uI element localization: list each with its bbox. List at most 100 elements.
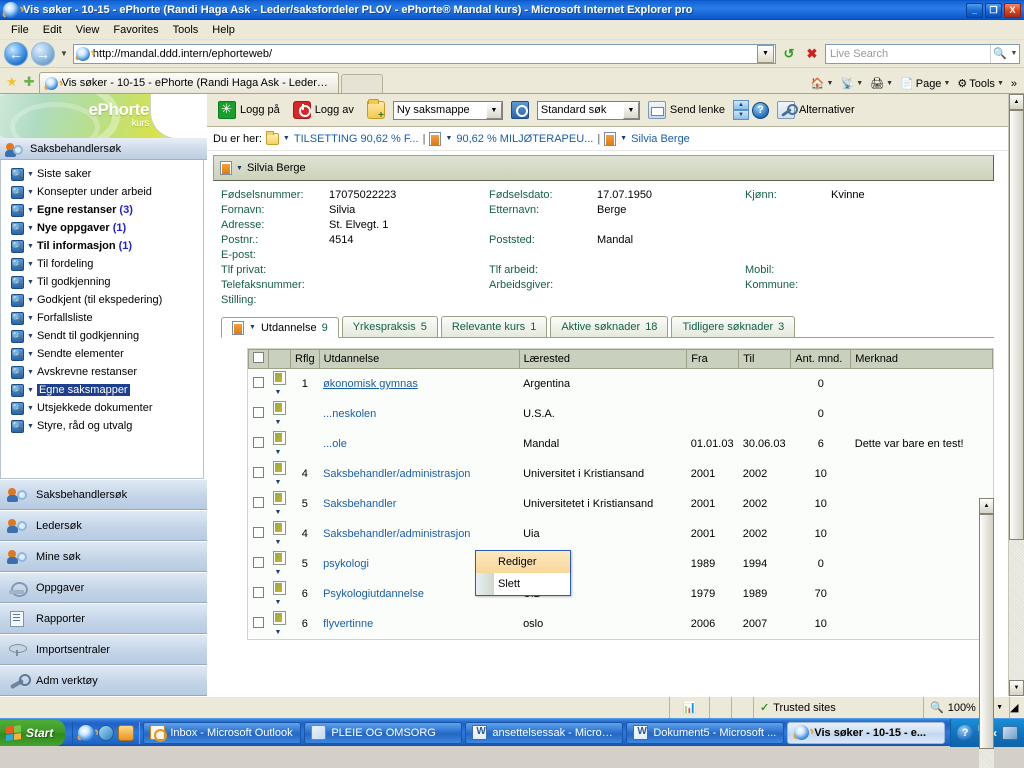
context-menu[interactable]: Rediger Slett xyxy=(475,550,571,596)
taskbar-button[interactable]: Inbox - Microsoft Outlook xyxy=(143,721,302,744)
start-button[interactable]: Start xyxy=(0,719,66,746)
row-checkbox[interactable] xyxy=(252,377,264,388)
sidebar-item-til-godkjenning[interactable]: 🔍 ▼ Til godkjenning xyxy=(11,273,203,291)
tab-caret-icon[interactable]: ▼ xyxy=(249,324,256,331)
education-link[interactable]: økonomisk gymnas xyxy=(323,378,418,390)
search-icon[interactable]: 🔍 xyxy=(11,203,24,217)
print-caret-icon[interactable]: ▼ xyxy=(886,80,893,87)
sidebar-item-egne-saksmapper[interactable]: 🔍 ▼ Egne saksmapper xyxy=(11,381,203,399)
table-col-utdannelse[interactable]: Utdannelse xyxy=(318,349,520,369)
browser-tab-active[interactable]: Vis søker - 10-15 - ePhorte (Randi Haga … xyxy=(38,72,339,93)
table-row[interactable]: ▼5psykologiHiA198919940 xyxy=(249,549,993,579)
expand-caret-icon[interactable]: ▼ xyxy=(27,189,34,196)
search-icon[interactable]: 🔍 xyxy=(11,221,24,235)
expand-caret-icon[interactable]: ▼ xyxy=(27,405,34,412)
sidebar-item-sendte-elementer[interactable]: 🔍 ▼ Sendte elementer xyxy=(11,345,203,363)
expand-caret-icon[interactable]: ▼ xyxy=(27,297,34,304)
close-button[interactable]: X xyxy=(1004,2,1021,18)
add-favorite-icon[interactable]: ✚ xyxy=(22,74,37,93)
help-icon[interactable]: ? xyxy=(751,101,769,119)
search-icon[interactable]: 🔍 xyxy=(11,185,24,199)
row-caret-icon[interactable]: ▼ xyxy=(273,419,282,426)
row-select[interactable] xyxy=(249,399,269,429)
expand-caret-icon[interactable]: ▼ xyxy=(27,207,34,214)
row-actions[interactable]: ▼ xyxy=(269,609,291,639)
sidebar-button-adm-verkt-y[interactable]: Adm verktøy xyxy=(0,665,207,696)
sidebar-item-siste-saker[interactable]: 🔍 ▼ Siste saker xyxy=(11,165,203,183)
expand-caret-icon[interactable]: ▼ xyxy=(27,387,34,394)
table-row[interactable]: ▼ 5 Saksbehandler Universitetet i Kristians… xyxy=(249,489,993,519)
table-scroll-thumb[interactable] xyxy=(979,514,994,749)
tab-aktive-s-knader[interactable]: Aktive søknader 18 xyxy=(550,316,669,337)
row-document-icon[interactable] xyxy=(272,401,286,415)
zoom-caret-icon[interactable]: ▼ xyxy=(996,704,1003,711)
tab-yrkespraksis[interactable]: Yrkespraksis 5 xyxy=(341,316,438,337)
table-col-fra[interactable]: Fra xyxy=(686,349,740,369)
sidebar-button-saksbehandlers-k[interactable]: Saksbehandlersøk xyxy=(0,479,207,510)
sidebar-item-godkjent-til-ekspedering[interactable]: 🔍 ▼ Godkjent (til ekspedering) xyxy=(11,291,203,309)
breadcrumb-caret-icon-2[interactable]: ▼ xyxy=(620,135,627,142)
refresh-icon[interactable]: ↺ xyxy=(779,44,799,64)
row-caret-icon[interactable]: ▼ xyxy=(273,599,282,606)
logout-button[interactable]: Logg av xyxy=(288,99,359,121)
context-menu-item-edit[interactable]: Rediger xyxy=(476,551,570,573)
row-document-icon[interactable] xyxy=(272,521,286,535)
search-icon[interactable]: 🔍 xyxy=(11,329,24,343)
sidebar-item-nye-oppgaver[interactable]: 🔍 ▼ Nye oppgaver (1) xyxy=(11,219,203,237)
row-caret-icon[interactable]: ▼ xyxy=(273,449,282,456)
sidebar-button-importsentraler[interactable]: Importsentraler xyxy=(0,634,207,665)
expand-caret-icon[interactable]: ▼ xyxy=(27,369,34,376)
page-scroll-down-button[interactable]: ▼ xyxy=(1009,680,1024,696)
new-case-select-caret-icon[interactable]: ▼ xyxy=(485,101,502,119)
cell-utdannelse[interactable]: Saksbehandler xyxy=(319,489,519,519)
breadcrumb-item-1[interactable]: 90,62 % MILJØTERAPEU... xyxy=(456,133,593,145)
taskbar-button[interactable]: PLEIE OG OMSORG xyxy=(304,721,463,744)
table-row[interactable]: ▼ ...ole Mandal 01.01.03 30.06.03 6 Dette var … xyxy=(249,429,993,459)
clock-icon[interactable] xyxy=(118,724,135,741)
row-caret-icon[interactable]: ▼ xyxy=(273,509,282,516)
table-scroll-up-button[interactable]: ▲ xyxy=(979,498,994,514)
forward-button[interactable]: → xyxy=(31,41,55,66)
table-col-blank-0[interactable] xyxy=(248,349,269,369)
row-checkbox[interactable] xyxy=(252,587,264,598)
page-caret-icon[interactable]: ▼ xyxy=(943,80,950,87)
login-button[interactable]: Logg på xyxy=(213,99,285,121)
search-mode-select[interactable]: Standard søk ▼ xyxy=(536,100,640,120)
favorites-star-icon[interactable]: ★ xyxy=(4,74,20,93)
expand-caret-icon[interactable]: ▼ xyxy=(27,261,34,268)
search-icon[interactable]: 🔍 xyxy=(11,383,24,397)
row-document-icon[interactable] xyxy=(272,461,286,475)
education-link[interactable]: ...ole xyxy=(323,438,347,450)
row-checkbox[interactable] xyxy=(252,437,264,448)
cell-utdannelse[interactable]: ...ole xyxy=(319,429,519,459)
taskbar-button[interactable]: Vis søker - 10-15 - e... xyxy=(787,721,946,744)
row-document-icon[interactable] xyxy=(272,491,286,505)
select-all-checkbox[interactable] xyxy=(253,352,264,363)
expand-caret-icon[interactable]: ▼ xyxy=(27,171,34,178)
row-actions[interactable]: ▼ xyxy=(269,519,291,549)
table-row[interactable]: ▼ 6 flyvertinne oslo 2006 2007 10 xyxy=(249,609,993,639)
menu-favorites[interactable]: Favorites xyxy=(106,22,165,38)
history-dropdown-icon[interactable]: ▼ xyxy=(58,49,70,58)
row-document-icon[interactable] xyxy=(272,611,286,625)
page-scroll-up-button[interactable]: ▲ xyxy=(1009,94,1024,110)
security-zone[interactable]: ✓ Trusted sites xyxy=(754,697,924,718)
new-case-select[interactable]: Ny saksmappe ▼ xyxy=(392,100,503,120)
cell-utdannelse[interactable]: Saksbehandler/administrasjon xyxy=(319,519,519,549)
new-tab-button[interactable] xyxy=(340,74,383,93)
context-menu-item-delete[interactable]: Slett xyxy=(476,573,570,595)
cell-utdannelse[interactable]: økonomisk gymnas xyxy=(319,369,519,400)
table-col-merknad[interactable]: Merknad xyxy=(850,349,993,369)
cell-utdannelse[interactable]: flyvertinne xyxy=(319,609,519,639)
tools-menu-button[interactable]: ⚙ Tools ▼ xyxy=(954,77,1007,91)
row-caret-icon[interactable]: ▼ xyxy=(273,389,282,396)
search-icon[interactable]: 🔍 xyxy=(11,167,24,181)
minimize-button[interactable]: _ xyxy=(966,2,983,18)
breadcrumb-item-0[interactable]: TILSETTING 90,62 % F... xyxy=(294,133,419,145)
sidebar-item-avskrevne-restanser[interactable]: 🔍 ▼ Avskrevne restanser xyxy=(11,363,203,381)
tab-tidligere-s-knader[interactable]: Tidligere søknader 3 xyxy=(671,316,796,337)
page-menu-button[interactable]: 📄 Page ▼ xyxy=(897,77,953,91)
table-scrollbar[interactable]: ▲ xyxy=(979,498,994,768)
search-icon[interactable]: 🔍 xyxy=(11,275,24,289)
row-caret-icon[interactable]: ▼ xyxy=(273,479,282,486)
